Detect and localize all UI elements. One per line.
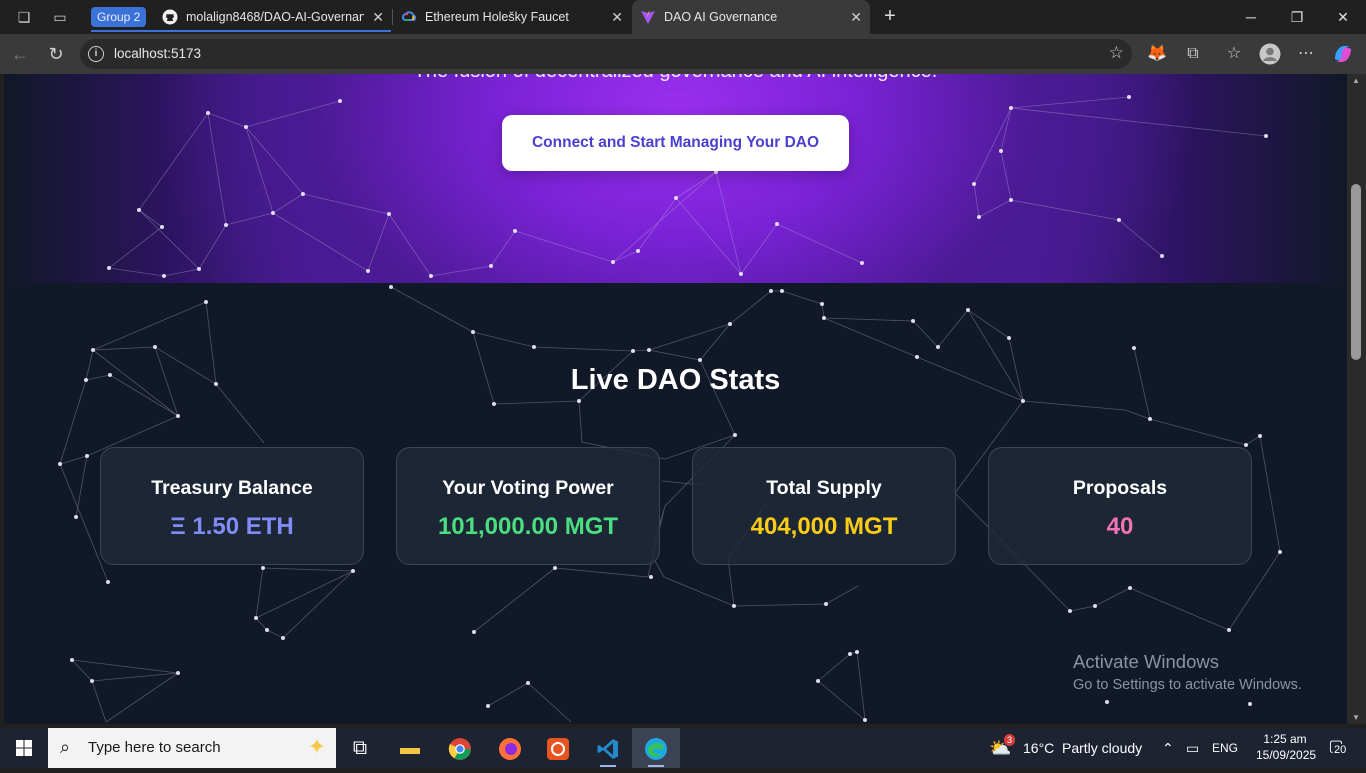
back-icon[interactable]: ← — [8, 42, 32, 66]
profile-avatar-icon[interactable] — [1258, 42, 1282, 66]
tab-title: Ethereum Holešky Faucet — [425, 10, 569, 24]
weather-description[interactable]: Partly cloudy — [1062, 728, 1142, 768]
url-text[interactable]: localhost:5173 — [114, 39, 201, 69]
browser-toolbar: ← ↻ i localhost:5173 ☆ 🦊 ⧉ ☆ ⋯ — [0, 34, 1366, 74]
github-icon — [162, 9, 178, 25]
ubuntu-icon[interactable] — [534, 728, 582, 768]
search-icon: ⌕ — [60, 737, 71, 757]
windows-taskbar: ⌕ Type here to search ✦ ⧉ ▬ ⛅ 3 16°C Par… — [0, 728, 1366, 768]
address-bar[interactable]: i localhost:5173 ☆ — [80, 39, 1132, 69]
stat-card-voting-power: Your Voting Power 101,000.00 MGT — [396, 447, 660, 565]
page-scrollbar[interactable]: ▲ ▼ — [1347, 74, 1366, 724]
activate-windows-title: Activate Windows — [1073, 651, 1219, 672]
scroll-up-icon[interactable]: ▲ — [1352, 76, 1360, 85]
hero-subtitle: The fusion of decentralized governance a… — [4, 74, 1347, 83]
stat-value: 404,000 MGT — [750, 513, 898, 540]
workspaces-icon[interactable]: ❏ — [14, 7, 34, 27]
stat-label: Your Voting Power — [442, 477, 614, 499]
activate-windows-subtitle: Go to Settings to activate Windows. — [1073, 677, 1302, 693]
google-cloud-icon — [401, 11, 417, 21]
site-info-icon[interactable]: i — [88, 46, 104, 62]
file-explorer-icon[interactable]: ▬ — [386, 728, 434, 768]
copilot-icon[interactable] — [1331, 42, 1355, 66]
chevron-up-icon[interactable]: ⌃ — [1162, 728, 1174, 768]
stat-card-proposals: Proposals 40 — [988, 447, 1252, 565]
notification-center-button[interactable]: ▢ 20 — [1324, 736, 1349, 760]
tab-github[interactable]: molalign8468/DAO-AI-Governance ✕ — [154, 0, 392, 34]
weather-badge: 3 — [1004, 734, 1016, 746]
task-view-icon[interactable]: ⧉ — [336, 728, 384, 768]
restore-button[interactable]: ❐ — [1274, 0, 1320, 34]
favorites-icon[interactable]: ☆ — [1222, 42, 1246, 66]
taskbar-clock[interactable]: 1:25 am 15/09/2025 — [1256, 731, 1317, 763]
page-viewport: The fusion of decentralized governance a… — [4, 74, 1347, 724]
windows-logo-icon — [16, 740, 32, 756]
weather-temperature[interactable]: 16°C — [1023, 728, 1054, 768]
stat-label: Treasury Balance — [151, 477, 313, 499]
clock-time: 1:25 am — [1263, 732, 1307, 746]
minimize-button[interactable]: ─ — [1228, 0, 1274, 34]
favorite-star-icon[interactable]: ☆ — [1109, 43, 1124, 63]
stat-value: 40 — [1106, 513, 1134, 540]
copilot-sparkle-icon: ✦ — [307, 734, 326, 759]
stat-label: Total Supply — [766, 477, 882, 499]
edge-icon[interactable] — [632, 728, 680, 768]
clock-date: 15/09/2025 — [1256, 748, 1317, 762]
vite-icon — [641, 10, 655, 24]
refresh-icon[interactable]: ↻ — [44, 42, 68, 66]
browser-tab-bar: ❏ ▭ Group 2 molalign8468/DAO-AI-Governan… — [0, 0, 1366, 34]
stats-title: Live DAO Stats — [570, 364, 781, 396]
tab-dao-governance[interactable]: DAO AI Governance ✕ — [632, 0, 870, 34]
scrollbar-thumb[interactable] — [1351, 184, 1361, 360]
chrome-icon[interactable] — [436, 728, 484, 768]
tab-title: molalign8468/DAO-AI-Governance — [186, 10, 364, 24]
close-window-button[interactable]: ✕ — [1320, 0, 1366, 34]
metamask-icon[interactable]: 🦊 — [1145, 42, 1169, 66]
firefox-icon[interactable] — [486, 728, 534, 768]
taskbar-search-box[interactable]: ⌕ Type here to search ✦ — [48, 728, 336, 768]
scroll-down-icon[interactable]: ▼ — [1352, 713, 1360, 722]
vscode-icon[interactable] — [584, 728, 632, 768]
network-icon[interactable]: ▭ — [1186, 728, 1199, 768]
stat-value: Ξ 1.50 ETH — [170, 513, 294, 540]
stat-value: 101,000.00 MGT — [437, 513, 619, 540]
connect-dao-button[interactable]: Connect and Start Managing Your DAO — [502, 115, 849, 171]
tab-group-chip[interactable]: Group 2 — [91, 7, 147, 27]
notification-count: 20 — [1332, 744, 1349, 756]
language-indicator[interactable]: ENG — [1212, 728, 1238, 768]
tab-title: DAO AI Governance — [664, 10, 778, 24]
network-background — [58, 95, 1282, 723]
stat-card-total-supply: Total Supply 404,000 MGT — [692, 447, 956, 565]
close-tab-icon[interactable]: ✕ — [850, 0, 862, 34]
close-tab-icon[interactable]: ✕ — [372, 0, 384, 34]
start-button[interactable] — [0, 728, 48, 768]
search-placeholder[interactable]: Type here to search — [88, 728, 221, 768]
tab-faucet[interactable]: Ethereum Holešky Faucet ✕ — [393, 0, 631, 34]
new-tab-button[interactable]: + — [878, 4, 902, 28]
more-menu-icon[interactable]: ⋯ — [1294, 42, 1318, 66]
close-tab-icon[interactable]: ✕ — [611, 0, 623, 34]
extensions-icon[interactable]: ⧉ — [1181, 42, 1205, 66]
vertical-tabs-icon[interactable]: ▭ — [50, 7, 70, 27]
stat-card-treasury: Treasury Balance Ξ 1.50 ETH — [100, 447, 364, 565]
stat-label: Proposals — [1072, 477, 1168, 499]
